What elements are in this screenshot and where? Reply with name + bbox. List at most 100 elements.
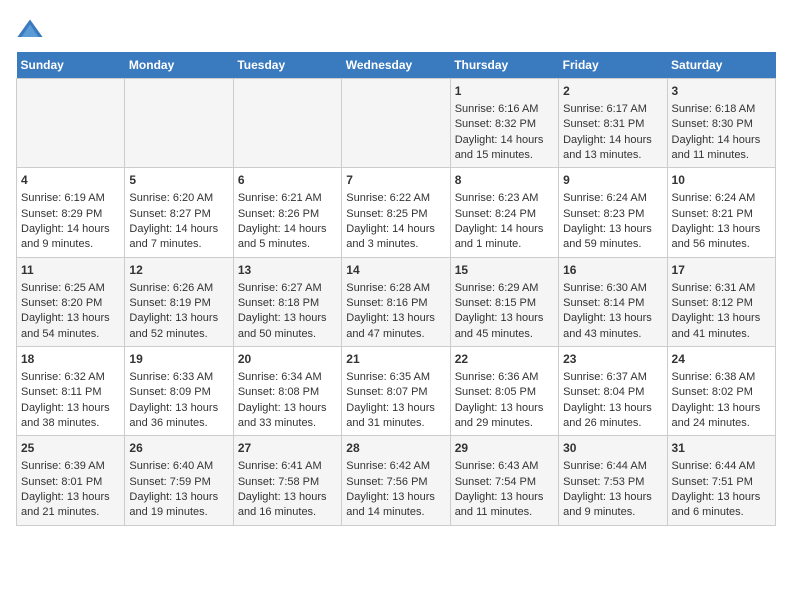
day-info: Sunset: 8:15 PM [455,296,554,311]
day-info: Sunset: 7:58 PM [238,475,337,490]
day-info: Sunset: 8:02 PM [672,385,771,400]
day-info: Daylight: 13 hours and 54 minutes. [21,311,120,342]
day-info: Sunset: 7:56 PM [346,475,445,490]
day-info: Sunset: 8:01 PM [21,475,120,490]
day-info: Daylight: 13 hours and 9 minutes. [563,490,662,521]
day-info: Daylight: 13 hours and 14 minutes. [346,490,445,521]
day-number: 20 [238,351,337,368]
day-info: Sunset: 7:59 PM [129,475,228,490]
day-info: Sunset: 8:08 PM [238,385,337,400]
day-number: 22 [455,351,554,368]
day-info: Sunrise: 6:44 AM [563,459,662,474]
day-info: Sunrise: 6:16 AM [455,102,554,117]
week-row-3: 11Sunrise: 6:25 AMSunset: 8:20 PMDayligh… [17,257,776,346]
calendar-cell: 10Sunrise: 6:24 AMSunset: 8:21 PMDayligh… [667,168,775,257]
header [16,16,776,44]
day-number: 12 [129,262,228,279]
day-info: Sunset: 8:20 PM [21,296,120,311]
day-info: Daylight: 13 hours and 6 minutes. [672,490,771,521]
calendar-cell: 24Sunrise: 6:38 AMSunset: 8:02 PMDayligh… [667,347,775,436]
day-info: Sunset: 8:07 PM [346,385,445,400]
day-info: Daylight: 13 hours and 19 minutes. [129,490,228,521]
day-number: 9 [563,172,662,189]
day-info: Daylight: 13 hours and 52 minutes. [129,311,228,342]
day-number: 13 [238,262,337,279]
day-info: Sunrise: 6:33 AM [129,370,228,385]
day-info: Daylight: 14 hours and 1 minute. [455,222,554,253]
day-info: Sunrise: 6:29 AM [455,281,554,296]
day-info: Sunrise: 6:40 AM [129,459,228,474]
calendar-cell: 16Sunrise: 6:30 AMSunset: 8:14 PMDayligh… [559,257,667,346]
day-info: Sunrise: 6:25 AM [21,281,120,296]
day-info: Daylight: 13 hours and 56 minutes. [672,222,771,253]
day-info: Daylight: 14 hours and 5 minutes. [238,222,337,253]
day-number: 18 [21,351,120,368]
day-info: Daylight: 13 hours and 31 minutes. [346,401,445,432]
day-info: Daylight: 13 hours and 59 minutes. [563,222,662,253]
calendar-cell: 20Sunrise: 6:34 AMSunset: 8:08 PMDayligh… [233,347,341,436]
week-row-2: 4Sunrise: 6:19 AMSunset: 8:29 PMDaylight… [17,168,776,257]
day-info: Daylight: 13 hours and 50 minutes. [238,311,337,342]
day-info: Sunrise: 6:43 AM [455,459,554,474]
day-info: Daylight: 13 hours and 16 minutes. [238,490,337,521]
day-info: Daylight: 13 hours and 47 minutes. [346,311,445,342]
day-info: Sunrise: 6:18 AM [672,102,771,117]
day-info: Sunrise: 6:38 AM [672,370,771,385]
day-info: Sunrise: 6:37 AM [563,370,662,385]
day-info: Sunset: 8:19 PM [129,296,228,311]
calendar-cell: 8Sunrise: 6:23 AMSunset: 8:24 PMDaylight… [450,168,558,257]
calendar-cell: 3Sunrise: 6:18 AMSunset: 8:30 PMDaylight… [667,79,775,168]
day-header-sunday: Sunday [17,52,125,79]
day-info: Sunrise: 6:24 AM [563,191,662,206]
day-info: Daylight: 14 hours and 13 minutes. [563,133,662,164]
calendar-cell: 25Sunrise: 6:39 AMSunset: 8:01 PMDayligh… [17,436,125,525]
day-info: Daylight: 13 hours and 26 minutes. [563,401,662,432]
day-info: Sunrise: 6:17 AM [563,102,662,117]
day-info: Sunset: 7:54 PM [455,475,554,490]
day-info: Sunrise: 6:31 AM [672,281,771,296]
calendar-cell: 28Sunrise: 6:42 AMSunset: 7:56 PMDayligh… [342,436,450,525]
calendar-cell: 13Sunrise: 6:27 AMSunset: 8:18 PMDayligh… [233,257,341,346]
calendar-cell: 23Sunrise: 6:37 AMSunset: 8:04 PMDayligh… [559,347,667,436]
calendar-cell: 18Sunrise: 6:32 AMSunset: 8:11 PMDayligh… [17,347,125,436]
calendar-cell [342,79,450,168]
day-number: 1 [455,83,554,100]
day-header-wednesday: Wednesday [342,52,450,79]
calendar-cell: 7Sunrise: 6:22 AMSunset: 8:25 PMDaylight… [342,168,450,257]
day-info: Daylight: 13 hours and 11 minutes. [455,490,554,521]
calendar-cell: 30Sunrise: 6:44 AMSunset: 7:53 PMDayligh… [559,436,667,525]
calendar-table: SundayMondayTuesdayWednesdayThursdayFrid… [16,52,776,526]
day-number: 11 [21,262,120,279]
day-info: Daylight: 13 hours and 29 minutes. [455,401,554,432]
day-info: Sunset: 8:24 PM [455,207,554,222]
week-row-4: 18Sunrise: 6:32 AMSunset: 8:11 PMDayligh… [17,347,776,436]
day-info: Sunset: 8:27 PM [129,207,228,222]
day-info: Sunrise: 6:30 AM [563,281,662,296]
calendar-cell: 5Sunrise: 6:20 AMSunset: 8:27 PMDaylight… [125,168,233,257]
day-number: 7 [346,172,445,189]
day-number: 17 [672,262,771,279]
calendar-cell [17,79,125,168]
day-info: Sunset: 8:32 PM [455,117,554,132]
day-info: Daylight: 13 hours and 43 minutes. [563,311,662,342]
calendar-cell: 4Sunrise: 6:19 AMSunset: 8:29 PMDaylight… [17,168,125,257]
day-info: Sunrise: 6:44 AM [672,459,771,474]
day-info: Sunrise: 6:21 AM [238,191,337,206]
day-info: Sunrise: 6:26 AM [129,281,228,296]
calendar-cell: 27Sunrise: 6:41 AMSunset: 7:58 PMDayligh… [233,436,341,525]
calendar-cell: 26Sunrise: 6:40 AMSunset: 7:59 PMDayligh… [125,436,233,525]
day-info: Sunset: 8:31 PM [563,117,662,132]
day-header-saturday: Saturday [667,52,775,79]
calendar-cell: 22Sunrise: 6:36 AMSunset: 8:05 PMDayligh… [450,347,558,436]
day-info: Sunset: 8:14 PM [563,296,662,311]
day-info: Sunset: 8:21 PM [672,207,771,222]
day-info: Sunset: 8:16 PM [346,296,445,311]
day-info: Sunset: 8:29 PM [21,207,120,222]
calendar-cell: 31Sunrise: 6:44 AMSunset: 7:51 PMDayligh… [667,436,775,525]
day-number: 5 [129,172,228,189]
day-info: Daylight: 14 hours and 15 minutes. [455,133,554,164]
day-info: Sunrise: 6:41 AM [238,459,337,474]
day-info: Daylight: 14 hours and 9 minutes. [21,222,120,253]
day-info: Sunset: 8:18 PM [238,296,337,311]
day-info: Sunrise: 6:32 AM [21,370,120,385]
